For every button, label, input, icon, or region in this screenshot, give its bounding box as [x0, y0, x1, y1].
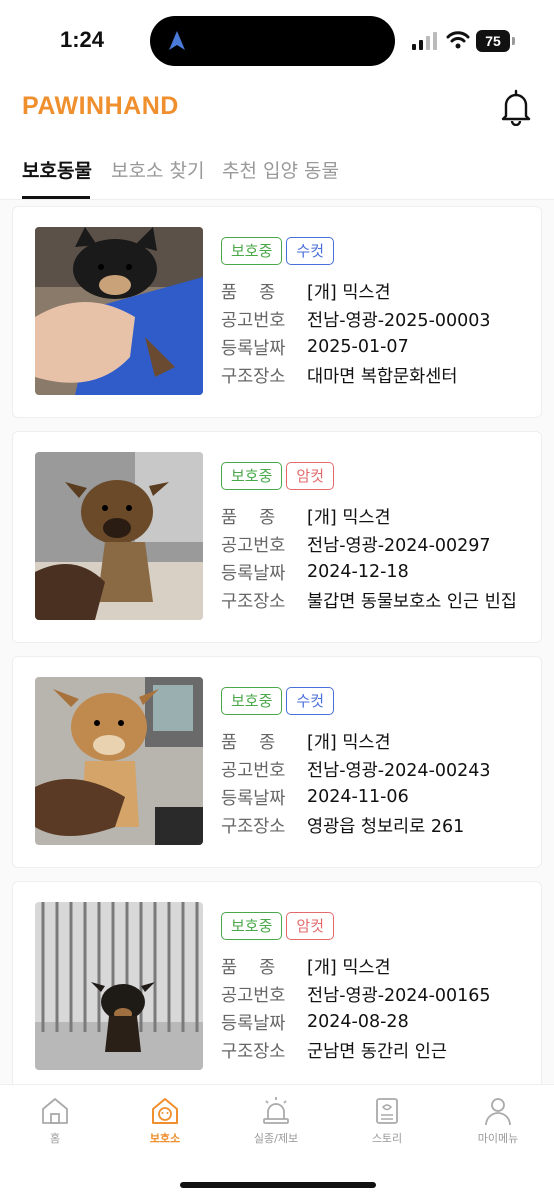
shelter-icon	[152, 1098, 178, 1124]
home-icon	[42, 1098, 68, 1124]
location-arrow-icon	[169, 31, 185, 50]
status-badge: 보호중	[221, 687, 283, 715]
place-value: 대마면 복합문화센터	[307, 366, 458, 387]
breed-label: 품종	[221, 507, 298, 528]
notice-value: 전남-영광-2024-00243	[307, 760, 491, 781]
person-icon	[485, 1098, 511, 1126]
nav-my-menu[interactable]: 마이메뉴	[443, 1095, 553, 1146]
dynamic-island	[150, 16, 395, 66]
notice-value: 전남-영광-2024-00165	[307, 985, 491, 1006]
tab-protected-animals[interactable]: 보호동물	[22, 156, 92, 183]
place-label: 구조장소	[221, 1041, 286, 1062]
story-icon	[376, 1098, 398, 1124]
sex-badge: 암컷	[286, 912, 335, 940]
bell-icon[interactable]	[498, 88, 534, 126]
breed-value: [개] 믹스견	[307, 282, 391, 303]
notice-label: 공고번호	[221, 985, 286, 1006]
breed-label: 품종	[221, 957, 298, 978]
date-label: 등록날짜	[221, 338, 286, 359]
date-label: 등록날짜	[221, 788, 286, 809]
animal-list[interactable]: 보호중 수컷 품종 [개] 믹스견 공고번호 전남-영광-2025-00003 등록날…	[0, 200, 554, 1084]
nav-label: 보호소	[149, 1132, 181, 1145]
nav-label: 마이메뉴	[477, 1132, 519, 1145]
animal-photo	[35, 902, 203, 1070]
status-badge: 보호중	[221, 462, 283, 490]
status-badge: 보호중	[221, 237, 283, 265]
nav-label: 실종/제보	[253, 1132, 299, 1145]
animal-card[interactable]: 보호중 암컷 품종 [개] 믹스견 공고번호 전남-영광-2024-00165 등록날…	[12, 881, 542, 1084]
siren-icon	[263, 1097, 289, 1124]
animal-photo	[35, 677, 203, 845]
cellular-signal-icon	[412, 32, 437, 50]
sex-badge: 수컷	[286, 237, 335, 265]
animal-photo	[35, 452, 203, 620]
notice-label: 공고번호	[221, 535, 286, 556]
animal-card[interactable]: 보호중 수컷 품종 [개] 믹스견 공고번호 전남-영광-2025-00003 등록날…	[12, 206, 542, 418]
tab-find-shelter[interactable]: 보호소 찾기	[111, 156, 204, 183]
animal-card[interactable]: 보호중 수컷 품종 [개] 믹스견 공고번호 전남-영광-2024-00243 등록날…	[12, 656, 542, 868]
date-value: 2024-08-28	[307, 1012, 409, 1032]
category-tabs: 보호동물 보호소 찾기 추천 입양 동물	[0, 152, 554, 200]
date-label: 등록날짜	[221, 1013, 286, 1034]
place-label: 구조장소	[221, 816, 286, 837]
date-value: 2024-12-18	[307, 562, 409, 582]
place-value: 군남면 동간리 인근	[307, 1041, 447, 1062]
status-time: 1:24	[60, 27, 105, 52]
place-label: 구조장소	[221, 366, 286, 387]
sex-badge: 수컷	[286, 687, 335, 715]
date-value: 2025-01-07	[307, 337, 409, 357]
nav-shelter[interactable]: 보호소	[110, 1095, 220, 1146]
date-value: 2024-11-06	[307, 787, 409, 807]
nav-missing-report[interactable]: 실종/제보	[221, 1095, 331, 1146]
animal-card[interactable]: 보호중 암컷 품종 [개] 믹스견 공고번호 전남-영광-2024-00297 등록날…	[12, 431, 542, 643]
breed-label: 품종	[221, 282, 298, 303]
wifi-icon	[446, 31, 470, 49]
notice-value: 전남-영광-2025-00003	[307, 310, 491, 331]
place-value: 불갑면 동물보호소 인근 빈집	[307, 591, 517, 612]
breed-label: 품종	[221, 732, 298, 753]
tab-recommended-adoption[interactable]: 추천 입양 동물	[222, 156, 339, 183]
animal-photo	[35, 227, 203, 395]
notice-label: 공고번호	[221, 760, 286, 781]
status-badge: 보호중	[221, 912, 283, 940]
battery-indicator: 75	[476, 30, 516, 52]
breed-value: [개] 믹스견	[307, 957, 391, 978]
place-label: 구조장소	[221, 591, 286, 612]
date-label: 등록날짜	[221, 563, 286, 584]
notice-value: 전남-영광-2024-00297	[307, 535, 491, 556]
status-bar: 1:24 75	[0, 0, 554, 80]
nav-label: 스토리	[371, 1132, 403, 1145]
app-logo: PAWINHAND	[22, 92, 179, 120]
battery-level: 75	[476, 30, 510, 52]
nav-label: 홈	[49, 1132, 61, 1145]
nav-story[interactable]: 스토리	[332, 1095, 442, 1146]
breed-value: [개] 믹스견	[307, 732, 391, 753]
place-value: 영광읍 청보리로 261	[307, 816, 465, 837]
home-indicator	[180, 1182, 376, 1188]
notice-label: 공고번호	[221, 310, 286, 331]
nav-home[interactable]: 홈	[0, 1095, 110, 1146]
breed-value: [개] 믹스견	[307, 507, 391, 528]
sex-badge: 암컷	[286, 462, 335, 490]
